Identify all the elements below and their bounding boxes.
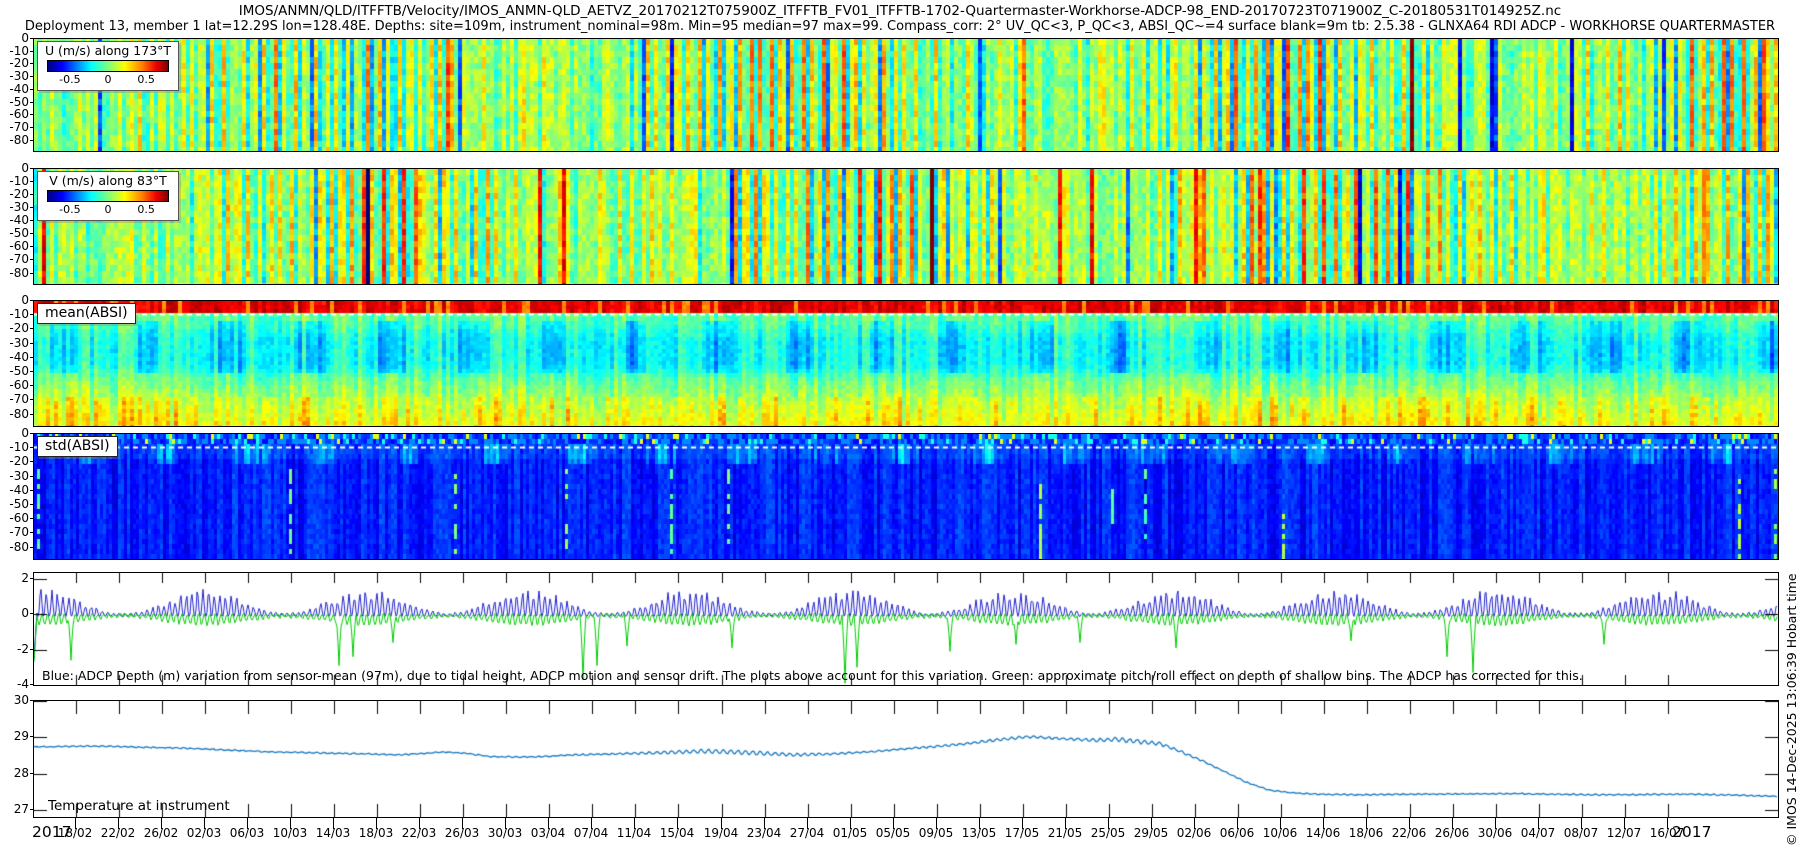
y-tick-label: -20 (0, 321, 29, 335)
y-tick-label: -60 (0, 378, 29, 392)
y-tick-label: 0 (0, 161, 29, 175)
figure-subtitle: Deployment 13, member 1 lat=12.29S lon=1… (0, 19, 1800, 34)
v-legend-title: V (m/s) along 83°T (38, 173, 178, 189)
y-tick-label: -10 (0, 307, 29, 321)
x-tick-label: 16/07 (1635, 826, 1699, 840)
temperature-panel: Temperature at instrument (33, 700, 1779, 818)
colorbar-tick-label: -0.5 (59, 73, 80, 86)
imos-copyright-watermark: © IMOS 14-Dec-2025 13:06:39 Hobart time (1784, 573, 1799, 846)
y-tick-label: 27 (0, 802, 29, 816)
y-tick-label: -30 (0, 200, 29, 214)
mean-absi-panel: mean(ABSI) (33, 300, 1779, 427)
y-tick-label: -80 (0, 133, 29, 147)
y-tick-label: 0 (0, 293, 29, 307)
mean-absi-heatmap (34, 301, 1778, 426)
y-tick-label: 30 (0, 693, 29, 707)
y-tick-label: -20 (0, 187, 29, 201)
colorbar-tick-label: 0.5 (137, 203, 155, 216)
y-tick-label: -60 (0, 239, 29, 253)
figure-title: IMOS/ANMN/QLD/ITFFTB/Velocity/IMOS_ANMN-… (0, 3, 1800, 19)
y-tick-label: -80 (0, 540, 29, 554)
y-tick-label: -40 (0, 483, 29, 497)
u-legend-title: U (m/s) along 173°T (38, 43, 178, 59)
y-tick-label: -30 (0, 336, 29, 350)
y-tick-label: -40 (0, 350, 29, 364)
y-tick-label: -30 (0, 469, 29, 483)
y-tick-label: -70 (0, 252, 29, 266)
depth-variation-panel: Blue: ADCP Depth (m) variation from sens… (33, 572, 1779, 686)
v-colorbar-ticks: -0.5 0 0.5 (47, 203, 169, 217)
colorbar-tick-label: 0.5 (137, 73, 155, 86)
colorbar-tick-label: 0 (105, 73, 112, 86)
std-absi-panel: std(ABSI) (33, 433, 1779, 560)
y-tick-label: -40 (0, 213, 29, 227)
y-tick-label: 0 (0, 426, 29, 440)
y-tick-label: -10 (0, 440, 29, 454)
y-tick-label: -20 (0, 454, 29, 468)
v-velocity-panel: V (m/s) along 83°T -0.5 0 0.5 (33, 168, 1779, 285)
y-tick-label: -4 (0, 677, 29, 691)
y-tick-label: -70 (0, 525, 29, 539)
y-tick-label: -2 (0, 642, 29, 656)
colorbar-tick-label: -0.5 (59, 203, 80, 216)
y-tick-label: -70 (0, 392, 29, 406)
colorbar-tick-label: 0 (105, 203, 112, 216)
y-tick-label: 2 (0, 571, 29, 585)
u-velocity-panel: U (m/s) along 173°T -0.5 0 0.5 (33, 38, 1779, 152)
temperature-label: Temperature at instrument (48, 798, 230, 814)
y-tick-label: -80 (0, 407, 29, 421)
v-colorbar (47, 190, 169, 202)
y-tick-label: -50 (0, 226, 29, 240)
temperature-plot (34, 701, 1778, 817)
adcp-figure: IMOS/ANMN/QLD/ITFFTB/Velocity/IMOS_ANMN-… (0, 0, 1800, 850)
u-colorbar (47, 60, 169, 72)
y-tick-label: 29 (0, 729, 29, 743)
std-absi-heatmap (34, 434, 1778, 559)
u-velocity-legend: U (m/s) along 173°T -0.5 0 0.5 (37, 41, 179, 91)
v-velocity-legend: V (m/s) along 83°T -0.5 0 0.5 (37, 171, 179, 221)
std-absi-label: std(ABSI) (37, 436, 118, 457)
u-colorbar-ticks: -0.5 0 0.5 (47, 73, 169, 87)
y-tick-label: -50 (0, 364, 29, 378)
y-tick-label: -80 (0, 266, 29, 280)
y-tick-label: 28 (0, 766, 29, 780)
mean-absi-label: mean(ABSI) (37, 303, 136, 324)
y-tick-label: -10 (0, 174, 29, 188)
u-velocity-heatmap (34, 39, 1778, 151)
v-velocity-heatmap (34, 169, 1778, 284)
y-tick-label: -50 (0, 497, 29, 511)
y-tick-label: 0 (0, 606, 29, 620)
depth-variation-annotation: Blue: ADCP Depth (m) variation from sens… (42, 668, 1583, 683)
y-tick-label: -60 (0, 511, 29, 525)
